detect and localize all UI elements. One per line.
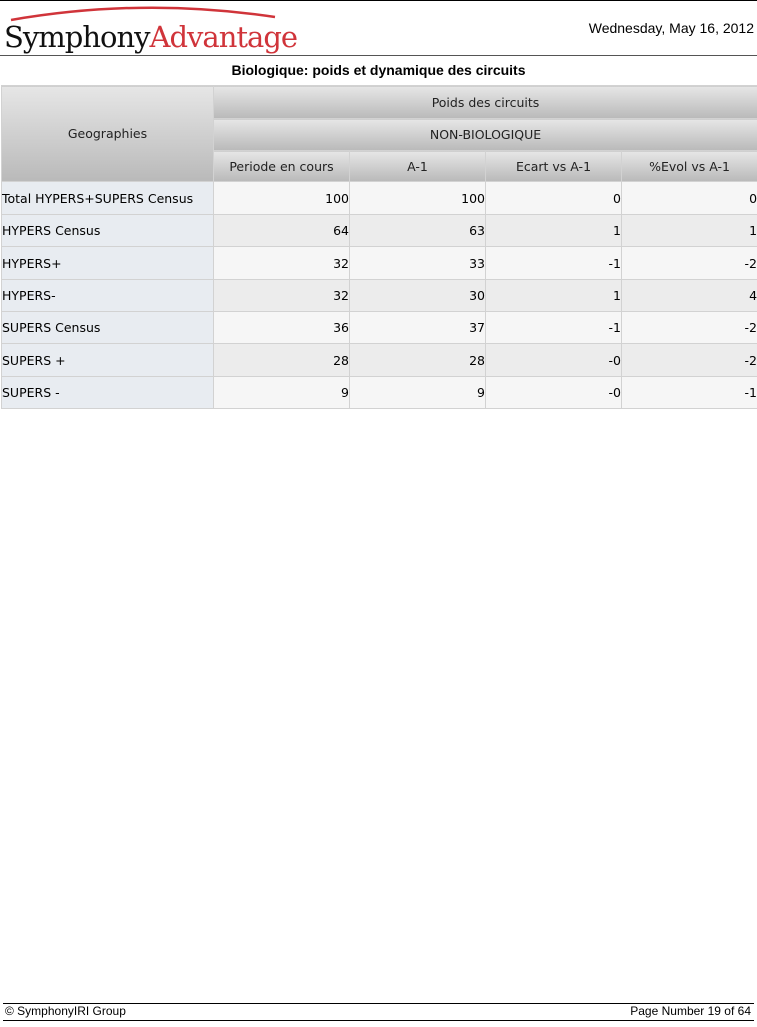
- column-header: %Evol vs A-1: [620, 150, 757, 182]
- table-row: SUPERS + 28 28 -0 -2: [1, 343, 757, 377]
- report-date: Wednesday, May 16, 2012: [588, 20, 754, 36]
- table-row: SUPERS Census 36 37 -1 -2: [1, 311, 757, 344]
- table-cell: -1: [620, 376, 757, 409]
- table-cell: -1: [485, 311, 622, 344]
- table-cell: 63: [349, 214, 486, 247]
- data-table: Geographies Poids des circuits NON-BIOLO…: [1, 84, 757, 409]
- table-cell: 37: [349, 311, 486, 344]
- table-cell: 0: [485, 181, 622, 215]
- logo-text-symphony: Symphony: [4, 20, 151, 54]
- column-header: A-1: [349, 150, 486, 182]
- report-header: SymphonyAdvantage Wednesday, May 16, 201…: [0, 0, 757, 57]
- table-cell: 9: [213, 376, 350, 409]
- table-cell: 1: [620, 214, 757, 247]
- table-cell: 30: [349, 279, 486, 312]
- table-cell: 1: [485, 279, 622, 312]
- row-label: HYPERS-: [1, 279, 214, 312]
- symphony-advantage-logo: SymphonyAdvantage: [3, 3, 298, 57]
- table-cell: -2: [620, 343, 757, 377]
- row-label: SUPERS Census: [1, 311, 214, 344]
- table-cell: 28: [349, 343, 486, 377]
- table-cell: -0: [485, 376, 622, 409]
- row-label: Total HYPERS+SUPERS Census: [1, 181, 214, 215]
- table-cell: 100: [349, 181, 486, 215]
- table-cell: -2: [620, 246, 757, 280]
- column-header-geographies: Geographies: [1, 85, 214, 182]
- logo-wordmark: SymphonyAdvantage: [4, 18, 299, 56]
- row-label: SUPERS -: [1, 376, 214, 409]
- table-cell: 4: [620, 279, 757, 312]
- table-row: HYPERS+ 32 33 -1 -2: [1, 246, 757, 280]
- table-cell: 9: [349, 376, 486, 409]
- row-label: HYPERS Census: [1, 214, 214, 247]
- table-cell: 64: [213, 214, 350, 247]
- header-divider: [0, 55, 757, 56]
- table-cell: 1: [485, 214, 622, 247]
- table-row: HYPERS Census 64 63 1 1: [1, 214, 757, 247]
- table-cell: 33: [349, 246, 486, 280]
- table-cell: -0: [485, 343, 622, 377]
- column-header: Ecart vs A-1: [485, 150, 622, 182]
- table-cell: -1: [485, 246, 622, 280]
- table-cell: 36: [213, 311, 350, 344]
- report-title: Biologique: poids et dynamique des circu…: [231, 62, 526, 78]
- logo-text-advantage: Advantage: [149, 20, 299, 54]
- table-row: SUPERS - 9 9 -0 -1: [1, 376, 757, 409]
- table-cell: 32: [213, 246, 350, 280]
- table-row: Total HYPERS+SUPERS Census 100 100 0 0: [1, 181, 757, 215]
- table-cell: 100: [213, 181, 350, 215]
- footer-page-number: Page Number 19 of 64: [630, 1004, 751, 1018]
- row-label: HYPERS+: [1, 246, 214, 280]
- footer-bottom-divider: [3, 1020, 754, 1021]
- column-header: Periode en cours: [213, 150, 350, 182]
- table-cell: 0: [620, 181, 757, 215]
- table-cell: 28: [213, 343, 350, 377]
- column-subgroup-header: NON-BIOLOGIQUE: [212, 118, 757, 152]
- table-cell: -2: [620, 311, 757, 344]
- column-group-header: Poids des circuits: [212, 84, 757, 120]
- footer-copyright: © SymphonyIRI Group: [5, 1004, 126, 1018]
- table-row: HYPERS- 32 30 1 4: [1, 279, 757, 312]
- row-label: SUPERS +: [1, 343, 214, 377]
- table-cell: 32: [213, 279, 350, 312]
